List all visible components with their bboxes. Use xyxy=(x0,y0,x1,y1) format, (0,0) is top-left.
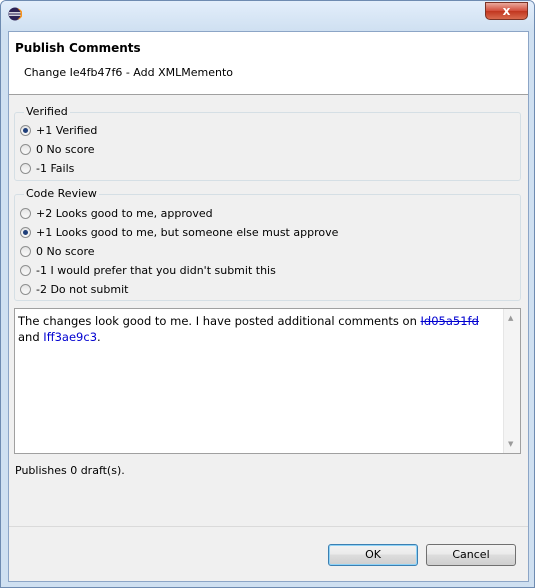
verified-group: Verified +1 Verified 0 No score -1 Fails xyxy=(14,105,521,181)
review-option-minus1[interactable]: -1 I would prefer that you didn't submit… xyxy=(20,262,276,278)
radio-button-checked[interactable] xyxy=(20,226,31,238)
radio-label: 0 No score xyxy=(36,142,95,156)
review-option-plus2[interactable]: +2 Looks good to me, approved xyxy=(20,205,213,221)
dialog-window: x Publish Comments Change Ie4fb47f6 - Ad… xyxy=(0,0,535,588)
radio-button[interactable] xyxy=(20,283,31,295)
scroll-up-arrow-icon[interactable]: ▲ xyxy=(508,314,513,322)
radio-label: +1 Looks good to me, but someone else mu… xyxy=(36,225,339,239)
review-option-zero[interactable]: 0 No score xyxy=(20,243,95,259)
dialog-subtitle: Change Ie4fb47f6 - Add XMLMemento xyxy=(24,66,234,79)
comment-text[interactable]: The changes look good to me. I have post… xyxy=(18,313,496,345)
comment-textarea[interactable]: The changes look good to me. I have post… xyxy=(14,308,521,454)
code-review-group: Code Review +2 Looks good to me, approve… xyxy=(14,187,521,301)
radio-button[interactable] xyxy=(20,207,31,219)
drafts-status: Publishes 0 draft(s). xyxy=(15,464,125,477)
close-button[interactable]: x xyxy=(485,2,528,20)
radio-label: -1 Fails xyxy=(36,161,75,175)
radio-label: -2 Do not submit xyxy=(36,282,129,296)
eclipse-icon xyxy=(8,7,22,21)
cancel-button[interactable]: Cancel xyxy=(426,544,516,566)
verified-option-plus1[interactable]: +1 Verified xyxy=(20,122,97,138)
change-link-abandoned[interactable]: Id05a51fd xyxy=(421,314,479,328)
radio-label: +2 Looks good to me, approved xyxy=(36,206,213,220)
comment-text-part: and xyxy=(18,330,44,344)
change-link[interactable]: Iff3ae9c3 xyxy=(43,330,97,344)
comment-text-part: The changes look good to me. I have post… xyxy=(18,314,421,328)
footer-divider xyxy=(9,526,528,527)
ok-button[interactable]: OK xyxy=(328,544,418,566)
radio-button[interactable] xyxy=(20,143,31,155)
title-bar[interactable]: x xyxy=(1,1,534,31)
review-option-plus1[interactable]: +1 Looks good to me, but someone else mu… xyxy=(20,224,338,240)
dialog-body: Publish Comments Change Ie4fb47f6 - Add … xyxy=(8,31,529,582)
verified-legend: Verified xyxy=(24,105,70,118)
vertical-scrollbar[interactable]: ▲ ▼ xyxy=(503,309,520,453)
radio-button-checked[interactable] xyxy=(20,124,31,136)
dialog-title: Publish Comments xyxy=(15,41,141,55)
review-option-minus2[interactable]: -2 Do not submit xyxy=(20,281,128,297)
radio-label: +1 Verified xyxy=(36,123,98,137)
radio-button[interactable] xyxy=(20,264,31,276)
scroll-down-arrow-icon[interactable]: ▼ xyxy=(508,440,513,448)
comment-text-part: . xyxy=(97,330,101,344)
radio-button[interactable] xyxy=(20,162,31,174)
code-review-legend: Code Review xyxy=(24,187,99,200)
radio-label: -1 I would prefer that you didn't submit… xyxy=(36,263,276,277)
radio-label: 0 No score xyxy=(36,244,95,258)
verified-option-zero[interactable]: 0 No score xyxy=(20,141,95,157)
verified-option-minus1[interactable]: -1 Fails xyxy=(20,160,74,176)
radio-button[interactable] xyxy=(20,245,31,257)
dialog-header: Publish Comments Change Ie4fb47f6 - Add … xyxy=(9,32,528,95)
